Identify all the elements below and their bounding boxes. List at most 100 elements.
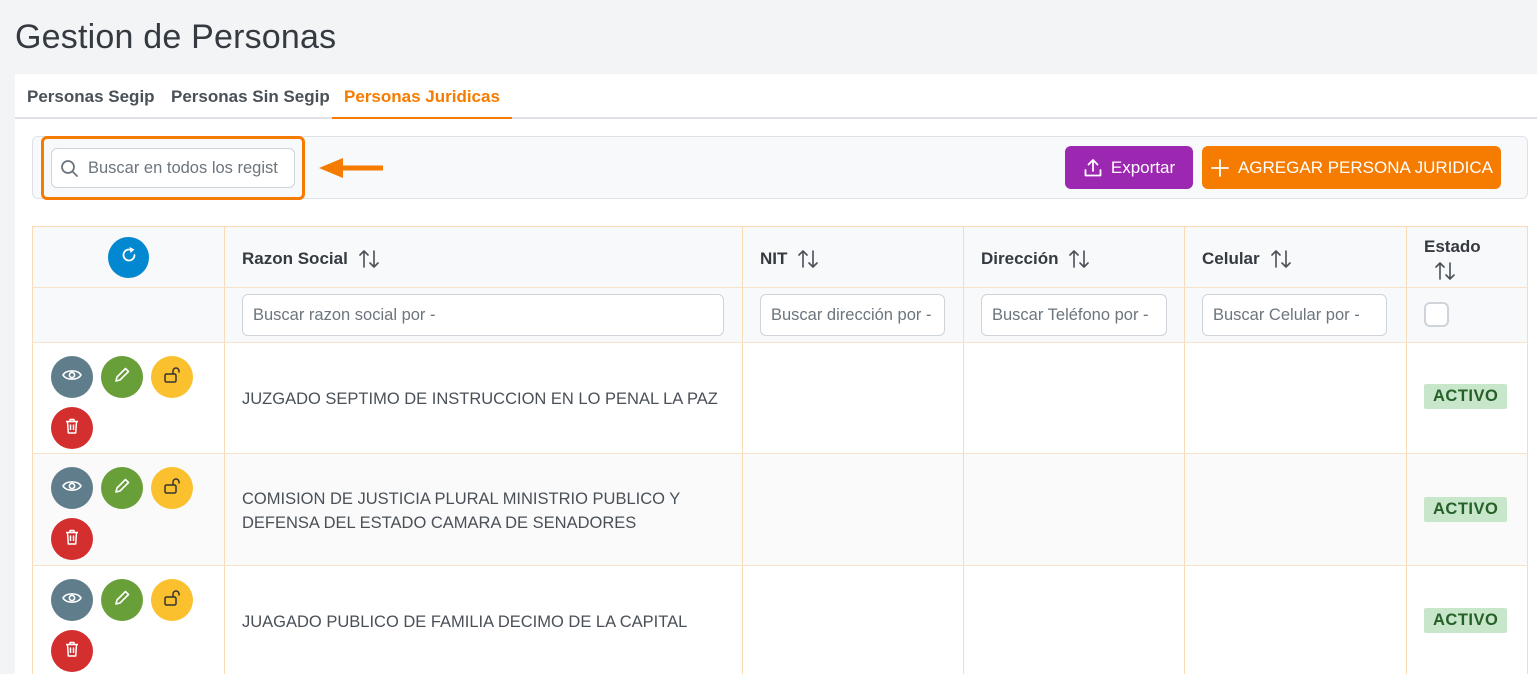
- cell-celular: [1185, 566, 1407, 674]
- cell-direccion: [964, 566, 1185, 674]
- main-panel: Personas Segip Personas Sin Segip Person…: [15, 74, 1537, 674]
- sort-icon[interactable]: [358, 249, 380, 269]
- header-label: Celular: [1202, 249, 1260, 268]
- cell-nit: [743, 343, 964, 453]
- refresh-button[interactable]: [108, 237, 149, 278]
- add-label: AGREGAR PERSONA JURIDICA: [1237, 157, 1494, 177]
- header-razon-social[interactable]: Razon Social: [225, 227, 743, 287]
- sort-icon[interactable]: [1434, 261, 1481, 286]
- table-filter-row: [32, 288, 1528, 343]
- upload-icon: [1083, 158, 1103, 178]
- filter-cell-razon-social: [225, 288, 743, 342]
- trash-icon: [63, 640, 81, 663]
- unlock-icon: [163, 477, 181, 500]
- cell-nit: [743, 566, 964, 674]
- tab-personas-segip[interactable]: Personas Segip: [15, 74, 167, 119]
- status-badge: ACTIVO: [1424, 384, 1508, 409]
- header-label: Dirección: [981, 249, 1059, 268]
- unlock-button[interactable]: [151, 579, 193, 621]
- unlock-icon: [163, 589, 181, 612]
- eye-icon: [62, 591, 82, 610]
- unlock-icon: [163, 366, 181, 389]
- cell-celular: [1185, 343, 1407, 453]
- trash-icon: [63, 417, 81, 440]
- header-label: Estado: [1424, 237, 1481, 256]
- sort-icon[interactable]: [1068, 249, 1090, 269]
- edit-button[interactable]: [101, 356, 143, 398]
- cell-celular: [1185, 454, 1407, 565]
- plus-icon: [1210, 158, 1230, 178]
- filter-cell-direccion: [964, 288, 1185, 342]
- pencil-icon: [113, 589, 131, 612]
- header-label: NIT: [760, 249, 788, 268]
- razon-social-text: COMISION DE JUSTICIA PLURAL MINISTRIO PU…: [242, 487, 732, 535]
- tab-personas-sin-segip[interactable]: Personas Sin Segip: [159, 74, 342, 119]
- razon-social-text: JUAGADO PUBLICO DE FAMILIA DECIMO DE LA …: [242, 613, 688, 631]
- page-title: Gestion de Personas: [15, 18, 337, 56]
- edit-button[interactable]: [101, 467, 143, 509]
- pencil-icon: [113, 366, 131, 389]
- export-button[interactable]: Exportar: [1065, 146, 1193, 189]
- cell-razon-social: JUAGADO PUBLICO DE FAMILIA DECIMO DE LA …: [225, 566, 743, 674]
- filter-cell-celular: [1185, 288, 1407, 342]
- view-button[interactable]: [51, 356, 93, 398]
- row-actions-cell: [32, 454, 225, 565]
- view-button[interactable]: [51, 467, 93, 509]
- razon-social-text: JUZGADO SEPTIMO DE INSTRUCCION EN LO PEN…: [242, 390, 718, 408]
- filter-cell-nit: [743, 288, 964, 342]
- cell-razon-social: JUZGADO SEPTIMO DE INSTRUCCION EN LO PEN…: [225, 343, 743, 453]
- status-badge: ACTIVO: [1424, 608, 1508, 633]
- status-badge: ACTIVO: [1424, 497, 1508, 522]
- toolbar: Exportar AGREGAR PERSONA JURIDICA: [32, 136, 1528, 200]
- filter-empty-cell: [32, 288, 225, 342]
- delete-button[interactable]: [51, 630, 93, 672]
- filter-razon-social-input[interactable]: [242, 294, 724, 336]
- trash-icon: [63, 528, 81, 551]
- table-row: JUZGADO SEPTIMO DE INSTRUCCION EN LO PEN…: [32, 343, 1528, 454]
- cell-estado: ACTIVO: [1407, 454, 1528, 565]
- unlock-button[interactable]: [151, 467, 193, 509]
- filter-celular-input[interactable]: [1202, 294, 1387, 336]
- table-row: COMISION DE JUSTICIA PLURAL MINISTRIO PU…: [32, 454, 1528, 566]
- header-estado[interactable]: Estado: [1407, 227, 1528, 287]
- refresh-icon: [119, 245, 139, 270]
- cell-nit: [743, 454, 964, 565]
- tab-bar: Personas Segip Personas Sin Segip Person…: [15, 74, 1537, 119]
- cell-direccion: [964, 343, 1185, 453]
- view-button[interactable]: [51, 579, 93, 621]
- header-label: Razon Social: [242, 249, 348, 268]
- delete-button[interactable]: [51, 518, 93, 560]
- header-direccion[interactable]: Dirección: [964, 227, 1185, 287]
- tab-personas-juridicas[interactable]: Personas Juridicas: [332, 74, 512, 119]
- filter-estado-checkbox[interactable]: [1424, 302, 1449, 327]
- sort-icon[interactable]: [797, 249, 819, 269]
- global-search: [51, 148, 295, 188]
- pencil-icon: [113, 477, 131, 500]
- table-header-row: Razon Social NIT Dirección Celular Estad…: [32, 226, 1528, 288]
- header-celular[interactable]: Celular: [1185, 227, 1407, 287]
- header-actions-cell: [32, 227, 225, 287]
- cell-estado: ACTIVO: [1407, 566, 1528, 674]
- eye-icon: [62, 368, 82, 387]
- delete-button[interactable]: [51, 407, 93, 449]
- cell-estado: ACTIVO: [1407, 343, 1528, 453]
- razon-social-line: DEFENSA DEL ESTADO CAMARA DE SENADORES: [242, 514, 637, 532]
- table-row: JUAGADO PUBLICO DE FAMILIA DECIMO DE LA …: [32, 566, 1528, 674]
- global-search-input[interactable]: [88, 149, 293, 187]
- add-persona-juridica-button[interactable]: AGREGAR PERSONA JURIDICA: [1202, 146, 1501, 189]
- header-nit[interactable]: NIT: [743, 227, 964, 287]
- cell-razon-social: COMISION DE JUSTICIA PLURAL MINISTRIO PU…: [225, 454, 743, 565]
- arrow-left-icon: [317, 157, 387, 179]
- filter-cell-estado: [1407, 288, 1528, 342]
- eye-icon: [62, 479, 82, 498]
- row-actions-cell: [32, 343, 225, 453]
- filter-direccion-input[interactable]: [981, 294, 1167, 336]
- sort-icon[interactable]: [1270, 249, 1292, 269]
- export-label: Exportar: [1110, 157, 1176, 177]
- edit-button[interactable]: [101, 579, 143, 621]
- search-icon: [60, 159, 80, 179]
- filter-nit-input[interactable]: [760, 294, 945, 336]
- cell-direccion: [964, 454, 1185, 565]
- row-actions-cell: [32, 566, 225, 674]
- unlock-button[interactable]: [151, 356, 193, 398]
